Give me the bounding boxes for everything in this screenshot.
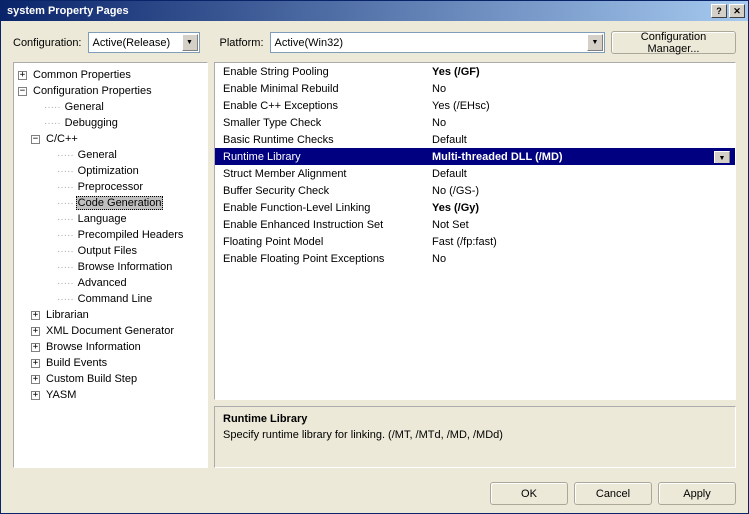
property-value: No (428, 253, 735, 265)
tree-item-librarian[interactable]: +Librarian (29, 307, 205, 323)
configuration-dropdown[interactable]: Active(Release) ▼ (88, 32, 200, 53)
close-button[interactable]: ✕ (729, 4, 745, 18)
tree-item-debugging[interactable]: ·····Debugging (29, 115, 205, 131)
plus-icon[interactable]: + (31, 343, 40, 352)
chevron-down-icon[interactable]: ▼ (714, 151, 730, 163)
configuration-value: Active(Release) (93, 37, 171, 49)
property-value: No (428, 83, 735, 95)
tree-item-advanced[interactable]: ·····Advanced (42, 275, 205, 291)
property-value: Yes (/GF) (428, 66, 735, 78)
property-row[interactable]: Enable Minimal RebuildNo (215, 80, 735, 97)
property-name: Enable Floating Point Exceptions (215, 253, 428, 265)
tree-view[interactable]: +Common Properties −Configuration Proper… (13, 62, 208, 468)
property-value: No (/GS-) (428, 185, 735, 197)
platform-value: Active(Win32) (275, 37, 343, 49)
plus-icon[interactable]: + (31, 359, 40, 368)
cancel-button[interactable]: Cancel (574, 482, 652, 505)
property-pages-window: system Property Pages ? ✕ Configuration:… (0, 0, 749, 514)
property-name: Enable Function-Level Linking (215, 202, 428, 214)
tree-item-code-generation[interactable]: ·····Code Generation (42, 195, 205, 211)
property-value: Yes (/EHsc) (428, 100, 735, 112)
apply-button[interactable]: Apply (658, 482, 736, 505)
window-title: system Property Pages (7, 5, 709, 17)
property-name: Enable C++ Exceptions (215, 100, 428, 112)
tree-item-browse-info-cpp[interactable]: ·····Browse Information (42, 259, 205, 275)
property-row[interactable]: Enable Floating Point ExceptionsNo (215, 250, 735, 267)
tree-item-build-events[interactable]: +Build Events (29, 355, 205, 371)
property-row[interactable]: Enable Enhanced Instruction SetNot Set (215, 216, 735, 233)
property-row[interactable]: Struct Member AlignmentDefault (215, 165, 735, 182)
description-panel: Runtime Library Specify runtime library … (214, 406, 736, 468)
main-panels: +Common Properties −Configuration Proper… (13, 62, 736, 468)
tree-item-optimization[interactable]: ·····Optimization (42, 163, 205, 179)
property-name: Floating Point Model (215, 236, 428, 248)
property-row[interactable]: Basic Runtime ChecksDefault (215, 131, 735, 148)
tree-item-cpp[interactable]: −C/C++ (29, 131, 205, 147)
help-button[interactable]: ? (711, 4, 727, 18)
property-row[interactable]: Enable String PoolingYes (/GF) (215, 63, 735, 80)
minus-icon[interactable]: − (18, 87, 27, 96)
property-name: Enable Enhanced Instruction Set (215, 219, 428, 231)
tree-item-xmldoc[interactable]: +XML Document Generator (29, 323, 205, 339)
tree-item-configprops[interactable]: −Configuration Properties (16, 83, 205, 99)
property-name: Struct Member Alignment (215, 168, 428, 180)
property-value: Fast (/fp:fast) (428, 236, 735, 248)
tree-item-language[interactable]: ·····Language (42, 211, 205, 227)
minus-icon[interactable]: − (31, 135, 40, 144)
property-name: Basic Runtime Checks (215, 134, 428, 146)
tree-item-custom-build[interactable]: +Custom Build Step (29, 371, 205, 387)
chevron-down-icon[interactable]: ▼ (587, 34, 603, 51)
description-text: Specify runtime library for linking. (/M… (223, 429, 727, 441)
property-row[interactable]: Enable C++ ExceptionsYes (/EHsc) (215, 97, 735, 114)
property-name: Runtime Library (215, 151, 428, 163)
titlebar: system Property Pages ? ✕ (1, 1, 748, 21)
tree-item-common[interactable]: +Common Properties (16, 67, 205, 83)
plus-icon[interactable]: + (18, 71, 27, 80)
plus-icon[interactable]: + (31, 311, 40, 320)
tree-item-preprocessor[interactable]: ·····Preprocessor (42, 179, 205, 195)
tree-item-command-line[interactable]: ·····Command Line (42, 291, 205, 307)
property-row[interactable]: Smaller Type CheckNo (215, 114, 735, 131)
tree-item-general[interactable]: ·····General (29, 99, 205, 115)
property-value: Yes (/Gy) (428, 202, 735, 214)
plus-icon[interactable]: + (31, 327, 40, 336)
ok-button[interactable]: OK (490, 482, 568, 505)
property-grid[interactable]: Enable String PoolingYes (/GF)Enable Min… (214, 62, 736, 400)
property-name: Buffer Security Check (215, 185, 428, 197)
configuration-manager-button[interactable]: Configuration Manager... (611, 31, 736, 54)
property-name: Enable Minimal Rebuild (215, 83, 428, 95)
property-row[interactable]: Runtime LibraryMulti-threaded DLL (/MD)▼ (215, 148, 735, 165)
tree-item-output-files[interactable]: ·····Output Files (42, 243, 205, 259)
right-column: Enable String PoolingYes (/GF)Enable Min… (214, 62, 736, 468)
tree-item-browse-info[interactable]: +Browse Information (29, 339, 205, 355)
property-value: No (428, 117, 735, 129)
chevron-down-icon[interactable]: ▼ (182, 34, 198, 51)
button-row: OK Cancel Apply (13, 476, 736, 505)
property-name: Smaller Type Check (215, 117, 428, 129)
plus-icon[interactable]: + (31, 375, 40, 384)
property-value: Default (428, 134, 735, 146)
description-title: Runtime Library (223, 413, 727, 425)
property-value: Multi-threaded DLL (/MD)▼ (428, 151, 735, 163)
property-row[interactable]: Buffer Security CheckNo (/GS-) (215, 182, 735, 199)
platform-dropdown[interactable]: Active(Win32) ▼ (270, 32, 605, 53)
property-row[interactable]: Enable Function-Level LinkingYes (/Gy) (215, 199, 735, 216)
plus-icon[interactable]: + (31, 391, 40, 400)
content-area: Configuration: Active(Release) ▼ Platfor… (1, 21, 748, 513)
property-value: Default (428, 168, 735, 180)
property-value: Not Set (428, 219, 735, 231)
property-name: Enable String Pooling (215, 66, 428, 78)
tree-item-pch[interactable]: ·····Precompiled Headers (42, 227, 205, 243)
property-row[interactable]: Floating Point ModelFast (/fp:fast) (215, 233, 735, 250)
tree-item-yasm[interactable]: +YASM (29, 387, 205, 403)
platform-label: Platform: (220, 37, 264, 49)
tree-item-cpp-general[interactable]: ·····General (42, 147, 205, 163)
config-row: Configuration: Active(Release) ▼ Platfor… (13, 31, 736, 54)
configuration-label: Configuration: (13, 37, 82, 49)
